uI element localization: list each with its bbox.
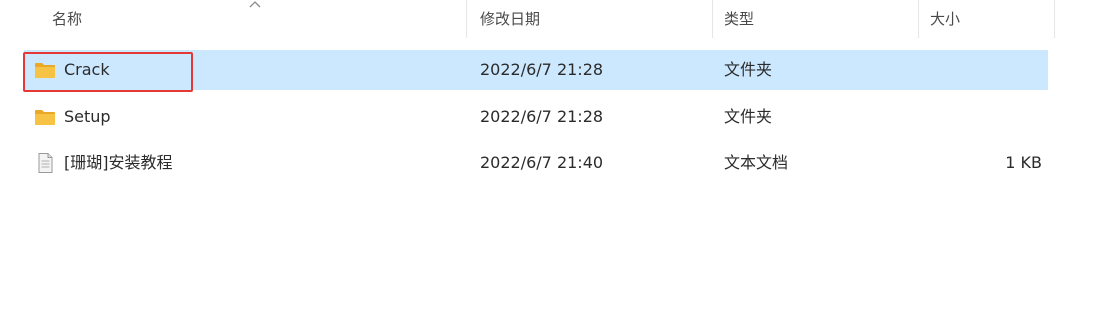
column-divider[interactable] [712,0,713,38]
file-type: 文件夹 [724,107,773,126]
file-modified: 2022/6/7 21:28 [480,60,604,79]
file-list-view: 名称 修改日期 类型 大小 Crack 2022/6/7 21:28 文件夹 S… [0,0,1108,330]
column-divider[interactable] [1054,0,1055,38]
file-row-install-guide[interactable]: [珊瑚]安装教程 2022/6/7 21:40 文本文档 1 KB [24,143,1048,183]
file-row-setup[interactable]: Setup 2022/6/7 21:28 文件夹 [24,97,1048,137]
column-header-type[interactable]: 类型 [724,0,754,40]
file-name: Crack [64,60,110,79]
column-header-size[interactable]: 大小 [930,0,960,40]
file-size: 1 KB [1005,153,1042,172]
column-header-type-label: 类型 [724,10,755,28]
file-row-crack[interactable]: Crack 2022/6/7 21:28 文件夹 [24,50,1048,90]
folder-icon [35,110,55,125]
file-type: 文本文档 [724,153,789,172]
text-document-icon [38,153,53,173]
column-divider[interactable] [466,0,467,38]
file-name-cell: [珊瑚]安装教程 [24,143,444,183]
column-header-name-label: 名称 [52,10,83,28]
column-header-name[interactable]: 名称 [52,0,82,40]
file-name-cell: Setup [24,97,444,137]
file-name-cell: Crack [24,50,444,90]
folder-icon [35,63,55,78]
column-header-row: 名称 修改日期 类型 大小 [0,0,1108,40]
file-type: 文件夹 [724,60,773,79]
column-header-modified-label: 修改日期 [480,10,541,28]
sort-ascending-icon [249,1,261,8]
column-header-modified[interactable]: 修改日期 [480,0,540,40]
column-divider[interactable] [918,0,919,38]
file-modified: 2022/6/7 21:28 [480,107,604,126]
file-name: [珊瑚]安装教程 [64,153,173,172]
column-header-size-label: 大小 [930,10,961,28]
file-name: Setup [64,107,111,126]
file-modified: 2022/6/7 21:40 [480,153,604,172]
